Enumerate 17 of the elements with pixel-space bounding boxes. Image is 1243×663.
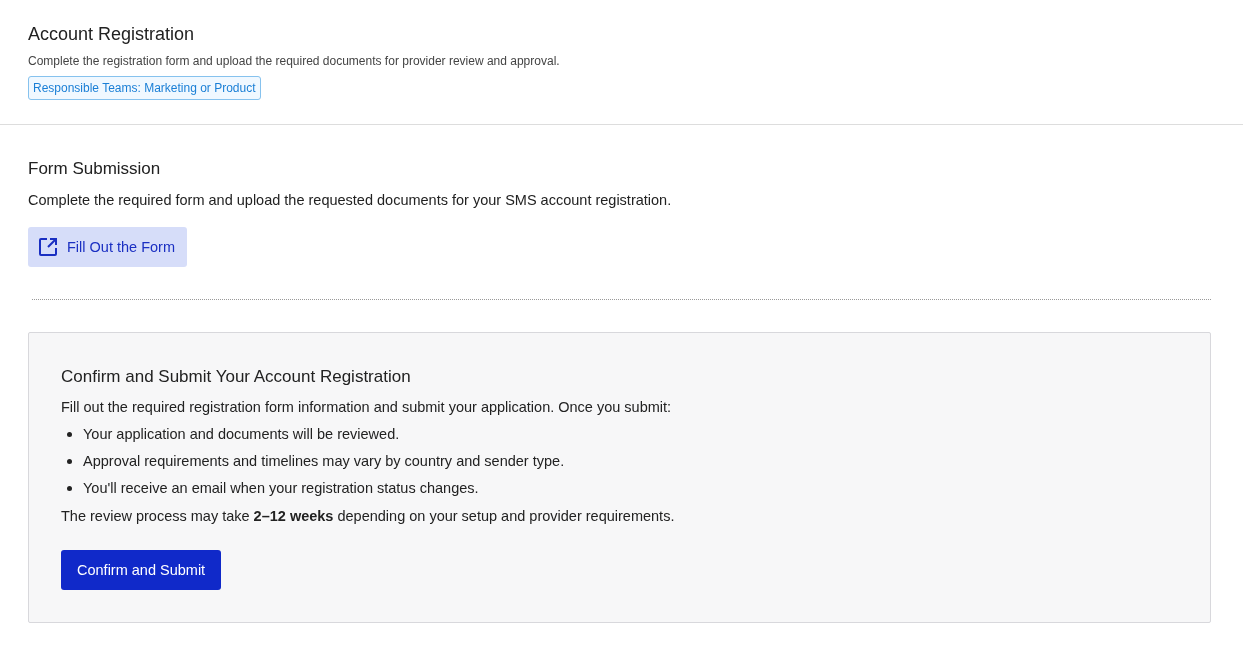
external-link-icon	[38, 237, 58, 257]
bullet-text: Approval requirements and timelines may vary by country and sender type.	[83, 453, 565, 469]
page-subtitle: Complete the registration form and upload the required documents for provider review and approval.	[28, 54, 561, 68]
bullet-icon	[67, 431, 72, 437]
section-description: Complete the required form and upload the requested documents for your SMS account registration.	[28, 192, 673, 208]
bullet-text: Your application and documents will be reviewed.	[83, 426, 400, 442]
page-title: Account Registration	[28, 24, 196, 45]
bullet-icon	[67, 458, 72, 464]
confirm-submit-button[interactable]: Confirm and Submit	[61, 550, 222, 590]
bullet-icon	[67, 485, 72, 491]
section-title: Form Submission	[28, 159, 162, 179]
card-title: Confirm and Submit Your Account Registration	[61, 367, 412, 387]
bullet-text: You'll receive an email when your registration status changes.	[83, 480, 479, 496]
card-text: Fill out the required registration form information and submit your application. Once you submit:	[61, 399, 673, 415]
fill-form-button[interactable]: Fill Out the Form	[28, 227, 187, 267]
card-note: The review process may take 2–12 weeks depending on your setup and provider requirements.	[61, 508, 676, 524]
team-badge: Responsible Teams: Marketing or Product	[28, 76, 261, 100]
